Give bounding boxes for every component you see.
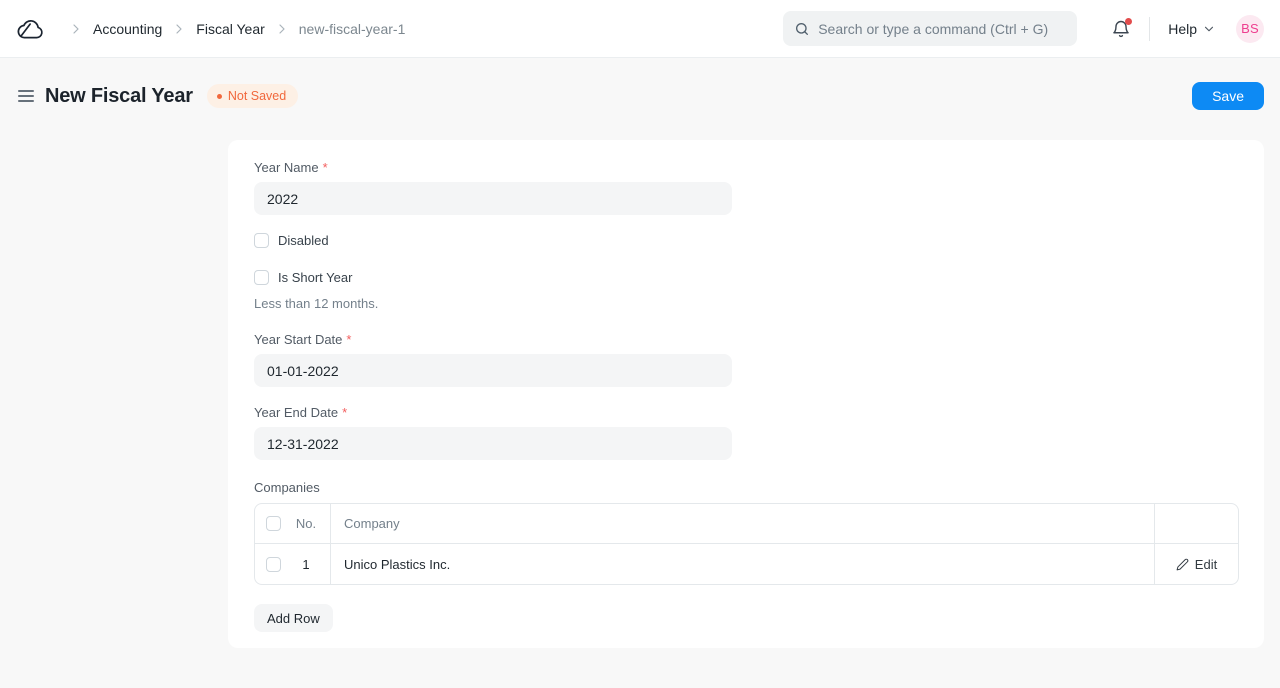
- required-marker: *: [346, 332, 351, 347]
- help-label: Help: [1168, 21, 1197, 37]
- disabled-checkbox-row[interactable]: Disabled: [254, 233, 1238, 248]
- edit-row-button[interactable]: Edit: [1176, 557, 1217, 572]
- add-row-button[interactable]: Add Row: [254, 604, 333, 632]
- pencil-icon: [1176, 558, 1189, 571]
- notification-dot: [1125, 18, 1132, 25]
- year-name-field: Year Name *: [254, 160, 1238, 215]
- no-column-header: No.: [293, 516, 319, 531]
- disabled-checkbox[interactable]: [254, 233, 269, 248]
- breadcrumb-chevron-icon: [171, 21, 187, 37]
- select-all-checkbox[interactable]: [266, 516, 281, 531]
- year-end-date-field: Year End Date *: [254, 405, 1238, 460]
- edit-button-label: Edit: [1195, 557, 1217, 572]
- search-icon: [794, 21, 810, 37]
- breadcrumb-chevron-icon: [68, 21, 84, 37]
- status-dot-icon: [217, 94, 222, 99]
- hamburger-menu-icon[interactable]: [18, 88, 34, 104]
- row-no-cell: 1: [255, 544, 331, 584]
- year-start-date-field: Year Start Date *: [254, 332, 1238, 387]
- year-start-date-input[interactable]: [254, 354, 732, 387]
- navbar-divider: [1149, 17, 1150, 41]
- company-column-header: Company: [331, 504, 1154, 543]
- form-card: Year Name * Disabled Is Short Year Less …: [228, 140, 1264, 648]
- year-start-date-label: Year Start Date *: [254, 332, 1238, 347]
- year-name-input[interactable]: [254, 182, 732, 215]
- row-company-cell[interactable]: Unico Plastics Inc.: [331, 544, 1154, 584]
- table-row: 1 Unico Plastics Inc. Edit: [255, 544, 1238, 584]
- row-edit-cell: Edit: [1154, 544, 1238, 584]
- page-title: New Fiscal Year: [45, 85, 193, 108]
- help-menu[interactable]: Help: [1168, 21, 1216, 37]
- year-end-date-label-text: Year End Date: [254, 405, 338, 420]
- is-short-year-checkbox-label: Is Short Year: [278, 270, 352, 285]
- breadcrumb-fiscal-year[interactable]: Fiscal Year: [196, 21, 264, 37]
- is-short-year-checkbox-row[interactable]: Is Short Year: [254, 270, 1238, 285]
- chevron-down-icon: [1202, 22, 1216, 36]
- breadcrumb-current-doc: new-fiscal-year-1: [299, 21, 406, 37]
- breadcrumb-chevron-icon: [274, 21, 290, 37]
- header-no-cell: No.: [255, 504, 331, 543]
- page-header: New Fiscal Year Not Saved Save: [0, 58, 1280, 134]
- year-end-date-label: Year End Date *: [254, 405, 1238, 420]
- year-name-label: Year Name *: [254, 160, 1238, 175]
- row-select-checkbox[interactable]: [266, 557, 281, 572]
- save-button[interactable]: Save: [1192, 82, 1264, 110]
- companies-table-header: No. Company: [255, 504, 1238, 544]
- user-avatar[interactable]: BS: [1236, 15, 1264, 43]
- status-badge: Not Saved: [207, 84, 298, 108]
- disabled-checkbox-label: Disabled: [278, 233, 329, 248]
- breadcrumb-accounting[interactable]: Accounting: [93, 21, 162, 37]
- required-marker: *: [342, 405, 347, 420]
- top-navbar: Accounting Fiscal Year new-fiscal-year-1…: [0, 0, 1280, 58]
- notifications-button[interactable]: [1111, 19, 1131, 39]
- header-edit-cell: [1154, 504, 1238, 543]
- companies-table: No. Company 1 Unico Plastics Inc. Edit: [254, 503, 1239, 585]
- companies-section-label: Companies: [254, 480, 1238, 495]
- global-search[interactable]: [783, 11, 1077, 46]
- search-input[interactable]: [818, 21, 1066, 37]
- app-logo[interactable]: [16, 18, 46, 40]
- year-name-label-text: Year Name: [254, 160, 319, 175]
- is-short-year-checkbox[interactable]: [254, 270, 269, 285]
- row-number: 1: [293, 557, 319, 572]
- frappe-cloud-logo-icon: [16, 18, 46, 40]
- status-badge-label: Not Saved: [228, 89, 286, 103]
- required-marker: *: [323, 160, 328, 175]
- year-start-date-label-text: Year Start Date: [254, 332, 342, 347]
- is-short-year-description: Less than 12 months.: [254, 296, 1238, 311]
- year-end-date-input[interactable]: [254, 427, 732, 460]
